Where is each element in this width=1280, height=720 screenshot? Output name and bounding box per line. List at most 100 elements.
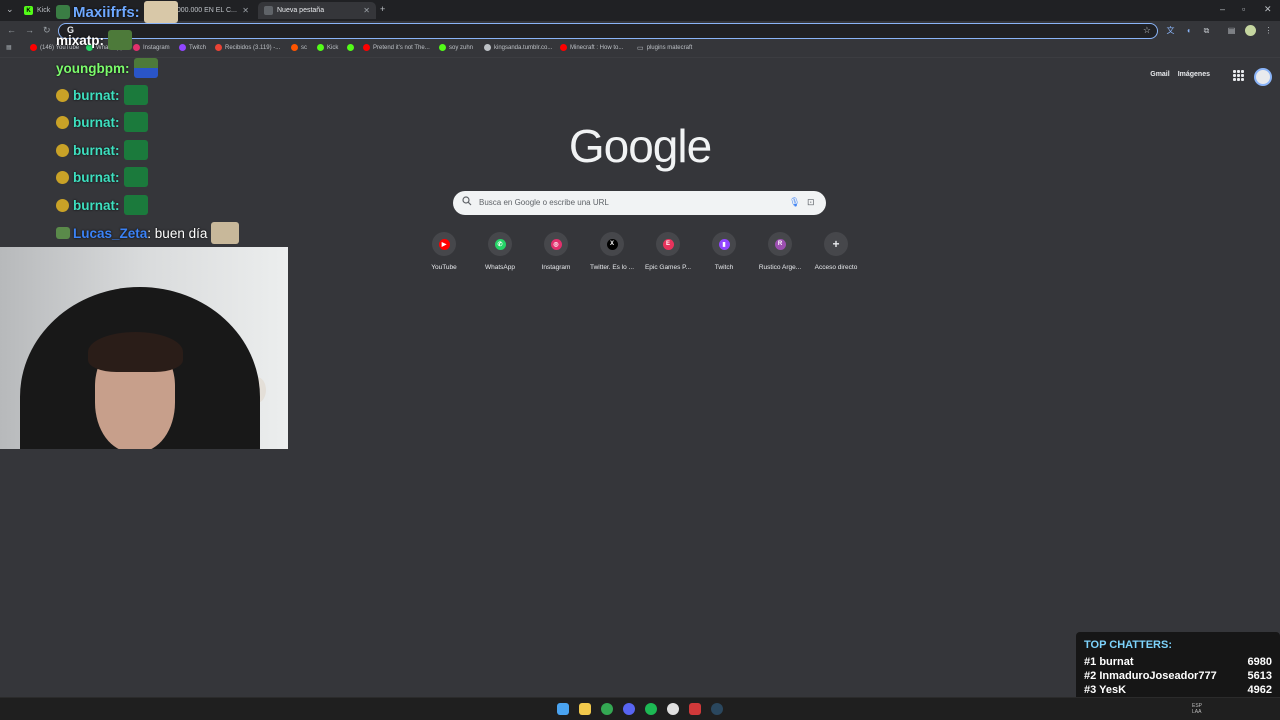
gmail-link[interactable]: Gmail bbox=[1150, 71, 1169, 78]
maximize-icon[interactable]: ▫ bbox=[1242, 4, 1245, 14]
emote-icon bbox=[123, 85, 148, 105]
keyboard-layout: LAA bbox=[1192, 709, 1202, 715]
tab-stream[interactable]: 2.000.000 EN EL C... ✕ bbox=[165, 2, 255, 19]
shortcut-add[interactable]: + Acceso directo bbox=[808, 232, 864, 271]
chat-username: youngbpm: bbox=[56, 60, 130, 76]
bookmark-label: plugins matecraft bbox=[646, 45, 693, 51]
language-indicator[interactable]: ESP LAA bbox=[1192, 703, 1202, 715]
bookmark-item[interactable]: Twitch bbox=[179, 44, 206, 51]
obs-icon[interactable] bbox=[689, 703, 701, 715]
emote-icon bbox=[123, 195, 148, 215]
windows-start-icon[interactable] bbox=[557, 703, 569, 715]
discord-icon[interactable] bbox=[623, 703, 635, 715]
extensions-icon[interactable]: ⧉ bbox=[1201, 25, 1212, 36]
close-icon[interactable]: ✕ bbox=[363, 6, 370, 15]
window-close-icon[interactable]: ✕ bbox=[1264, 4, 1272, 15]
shortcut-label: WhatsApp bbox=[485, 264, 515, 271]
bookmark-label: kingsanda.tumblr.co... bbox=[494, 44, 553, 51]
shortcut-youtube[interactable]: ▶ YouTube bbox=[416, 232, 472, 271]
badge-icon bbox=[56, 198, 69, 212]
bookmark-folder[interactable]: ▭ plugins matecraft bbox=[637, 44, 692, 52]
twitch-glyph: ▮ bbox=[718, 238, 730, 250]
bookmark-item[interactable]: Instagram bbox=[133, 44, 170, 51]
bookmark-item[interactable]: soy zuhn bbox=[439, 44, 473, 51]
shortcut-label: YouTube bbox=[431, 264, 457, 271]
emote-icon bbox=[123, 140, 148, 160]
minimize-icon[interactable]: – bbox=[1220, 4, 1225, 14]
chat-line: burnat: bbox=[56, 195, 148, 215]
account-avatar[interactable] bbox=[1254, 68, 1272, 86]
top-chatters-title: TOP CHATTERS: bbox=[1084, 639, 1173, 651]
shortcut-instagram[interactable]: ◎ Instagram bbox=[528, 232, 584, 271]
chat-line: burnat: bbox=[56, 140, 148, 160]
profile-icon[interactable] bbox=[1245, 25, 1256, 36]
search-box[interactable]: Busca en Google o escribe una URL 🎙 ⊡ bbox=[453, 191, 826, 215]
bookmark-item[interactable]: Recibidos (3.119) -... bbox=[215, 44, 280, 51]
shortcut-rustico[interactable]: R Rustico Arge... bbox=[752, 232, 808, 271]
ntp-header-links: Gmail Imágenes bbox=[1150, 71, 1210, 78]
bookmark-star-icon[interactable]: ☆ bbox=[1143, 25, 1151, 36]
plus-icon: + bbox=[824, 232, 848, 256]
twitch-icon: ▮ bbox=[712, 232, 736, 256]
shortcut-twitch[interactable]: ▮ Twitch bbox=[696, 232, 752, 271]
bookmark-item[interactable]: kingsanda.tumblr.co... bbox=[484, 44, 552, 51]
images-link[interactable]: Imágenes bbox=[1178, 71, 1210, 78]
google-apps-icon[interactable] bbox=[1233, 70, 1244, 81]
whatsapp-icon: ✆ bbox=[488, 232, 512, 256]
address-bar[interactable]: G ☆ bbox=[58, 23, 1158, 39]
chat-line: burnat: bbox=[56, 167, 148, 187]
microphone-icon[interactable]: 🎙 bbox=[789, 197, 800, 208]
tab-strip: ⌄ K Kick 2.000.000 EN EL C... ✕ Nueva pe… bbox=[0, 0, 1280, 21]
instagram-glyph: ◎ bbox=[550, 238, 562, 250]
chat-line: Maxiifrfs: bbox=[56, 1, 178, 23]
chat-username: burnat: bbox=[73, 114, 120, 130]
bookmark-item[interactable]: sc bbox=[291, 44, 307, 51]
shortcut-label: Epic Games P... bbox=[644, 264, 692, 271]
shortcut-label: Twitch bbox=[714, 264, 734, 271]
chat-line: mixatp: bbox=[56, 30, 133, 50]
chat-line: Lucas_Zeta : buen día bbox=[56, 222, 240, 244]
spotify-icon[interactable] bbox=[645, 703, 657, 715]
bookmark-item[interactable]: Kick bbox=[317, 44, 338, 51]
bookmark-item[interactable]: Minecraft : How to... bbox=[560, 44, 623, 51]
kick-icon bbox=[347, 44, 354, 51]
audio-extension-icon[interactable]: ◖ bbox=[1183, 25, 1194, 36]
bookmark-item[interactable] bbox=[347, 44, 357, 51]
tab-search-icon[interactable]: ⌄ bbox=[6, 4, 14, 15]
shortcut-epic-games[interactable]: E Epic Games P... bbox=[640, 232, 696, 271]
tab-new[interactable]: Nueva pestaña ✕ bbox=[258, 2, 376, 19]
chat-username: burnat: bbox=[73, 197, 120, 213]
youtube-icon bbox=[560, 44, 567, 51]
translate-extension-icon[interactable]: 文 bbox=[1165, 25, 1176, 36]
rustico-glyph: R bbox=[774, 238, 786, 250]
steam-icon[interactable] bbox=[711, 703, 723, 715]
shortcut-label: Twitter. Es lo ... bbox=[589, 264, 635, 271]
x-glyph: X bbox=[606, 238, 618, 250]
epic-icon: E bbox=[656, 232, 680, 256]
shortcut-twitter[interactable]: X Twitter. Es lo ... bbox=[584, 232, 640, 271]
streamer-hair bbox=[88, 332, 183, 372]
close-icon[interactable]: ✕ bbox=[242, 6, 249, 15]
shortcut-label: Acceso directo bbox=[814, 264, 858, 271]
bookmark-label: Pretend it's not The... bbox=[373, 44, 430, 51]
bookmark-item[interactable]: Pretend it's not The... bbox=[363, 44, 430, 51]
bookmark-label: soy zuhn bbox=[449, 44, 474, 51]
whatsapp-glyph: ✆ bbox=[494, 238, 506, 250]
new-tab-icon[interactable]: + bbox=[380, 4, 385, 14]
bookmarks-bar: ▦ (146) YouTube WhatsApp Instagram Twitc… bbox=[0, 41, 1280, 58]
apps-grid-icon[interactable]: ▦ bbox=[6, 44, 12, 51]
lens-icon[interactable]: ⊡ bbox=[807, 197, 815, 208]
file-explorer-icon[interactable] bbox=[579, 703, 591, 715]
save-icon[interactable]: ▤ bbox=[1226, 25, 1237, 36]
chrome-icon[interactable] bbox=[601, 703, 613, 715]
chatter-rank: #2 bbox=[1084, 670, 1097, 682]
search-input[interactable]: Busca en Google o escribe una URL bbox=[479, 198, 609, 207]
chatter-count: 4962 bbox=[1247, 684, 1272, 696]
tab-kick[interactable]: K Kick bbox=[18, 2, 58, 19]
shortcut-whatsapp[interactable]: ✆ WhatsApp bbox=[472, 232, 528, 271]
reload-icon[interactable]: ↻ bbox=[43, 25, 51, 36]
forward-icon[interactable]: → bbox=[25, 25, 34, 35]
back-icon[interactable]: ← bbox=[7, 25, 16, 35]
app-icon[interactable] bbox=[667, 703, 679, 715]
menu-icon[interactable]: ⋮ bbox=[1263, 25, 1274, 36]
